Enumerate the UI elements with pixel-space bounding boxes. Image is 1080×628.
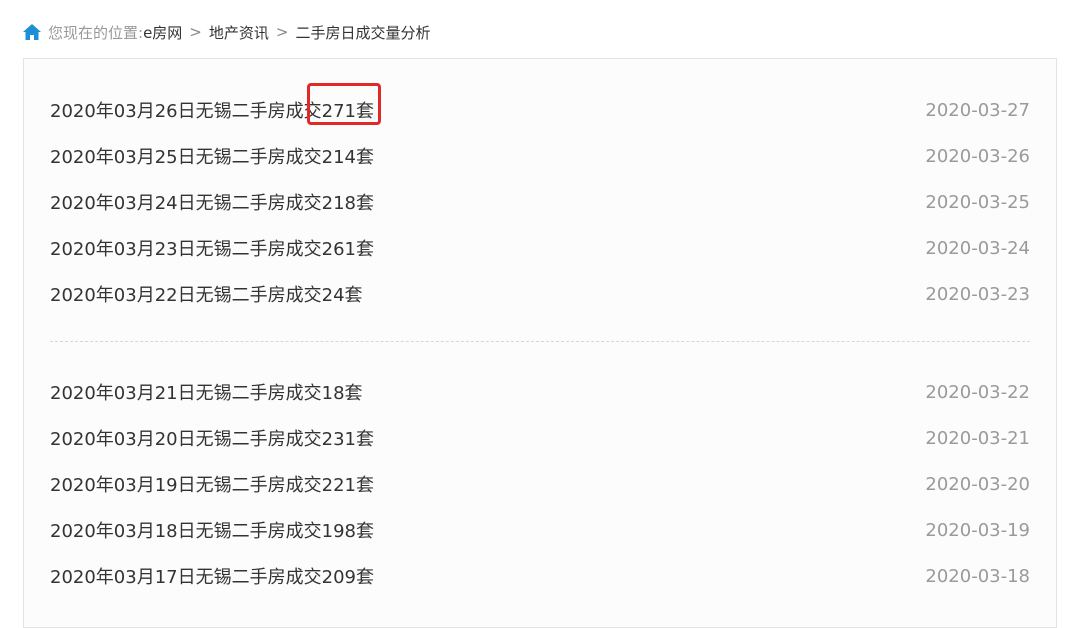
list-item[interactable]: 2020年03月21日无锡二手房成交18套 2020-03-22: [50, 369, 1030, 415]
article-date: 2020-03-19: [925, 519, 1030, 541]
list-item[interactable]: 2020年03月23日无锡二手房成交261套 2020-03-24: [50, 225, 1030, 271]
article-date: 2020-03-24: [925, 237, 1030, 259]
breadcrumb-item-news[interactable]: 地产资讯: [209, 22, 269, 43]
list-item[interactable]: 2020年03月19日无锡二手房成交221套 2020-03-20: [50, 461, 1030, 507]
article-date: 2020-03-23: [925, 283, 1030, 305]
list-item[interactable]: 2020年03月20日无锡二手房成交231套 2020-03-21: [50, 415, 1030, 461]
article-date: 2020-03-22: [925, 381, 1030, 403]
article-date: 2020-03-26: [925, 145, 1030, 167]
group-divider: [50, 341, 1030, 342]
breadcrumb-separator: >: [189, 23, 202, 41]
highlight-annotation-box: [307, 83, 381, 125]
article-list-group-b: 2020年03月21日无锡二手房成交18套 2020-03-22 2020年03…: [50, 369, 1030, 599]
article-date: 2020-03-20: [925, 473, 1030, 495]
breadcrumb-separator: >: [275, 23, 289, 41]
article-title-link[interactable]: 2020年03月22日无锡二手房成交24套: [50, 281, 363, 307]
article-title-link[interactable]: 2020年03月24日无锡二手房成交218套: [50, 189, 374, 215]
breadcrumb-prefix: 您现在的位置:: [48, 23, 144, 42]
article-title-link[interactable]: 2020年03月19日无锡二手房成交221套: [50, 471, 374, 497]
list-item[interactable]: 2020年03月17日无锡二手房成交209套 2020-03-18: [50, 553, 1030, 599]
article-title-link[interactable]: 2020年03月18日无锡二手房成交198套: [50, 517, 374, 543]
list-item[interactable]: 2020年03月24日无锡二手房成交218套 2020-03-25: [50, 179, 1030, 225]
home-icon[interactable]: [22, 23, 42, 41]
article-title-link[interactable]: 2020年03月17日无锡二手房成交209套: [50, 563, 374, 589]
article-title-link[interactable]: 2020年03月23日无锡二手房成交261套: [50, 235, 374, 261]
article-title-link[interactable]: 2020年03月21日无锡二手房成交18套: [50, 379, 363, 405]
breadcrumb-item-current: 二手房日成交量分析: [295, 23, 431, 42]
article-list-panel: 2020年03月26日无锡二手房成交271套 2020-03-27 2020年0…: [23, 58, 1057, 628]
list-item[interactable]: 2020年03月18日无锡二手房成交198套 2020-03-19: [50, 507, 1030, 553]
article-title-link[interactable]: 2020年03月25日无锡二手房成交214套: [50, 143, 374, 169]
article-title-link[interactable]: 2020年03月20日无锡二手房成交231套: [50, 425, 374, 451]
article-date: 2020-03-21: [925, 427, 1030, 449]
breadcrumb: 您现在的位置: e房网 > 地产资讯 > 二手房日成交量分析: [22, 19, 430, 45]
article-list-group-a: 2020年03月26日无锡二手房成交271套 2020-03-27 2020年0…: [50, 87, 1030, 317]
article-date: 2020-03-25: [925, 191, 1030, 213]
article-date: 2020-03-27: [925, 99, 1030, 121]
list-item[interactable]: 2020年03月26日无锡二手房成交271套 2020-03-27: [50, 87, 1030, 133]
list-item[interactable]: 2020年03月22日无锡二手房成交24套 2020-03-23: [50, 271, 1030, 317]
breadcrumb-item-home[interactable]: e房网: [143, 22, 182, 43]
list-item[interactable]: 2020年03月25日无锡二手房成交214套 2020-03-26: [50, 133, 1030, 179]
article-date: 2020-03-18: [925, 565, 1030, 587]
